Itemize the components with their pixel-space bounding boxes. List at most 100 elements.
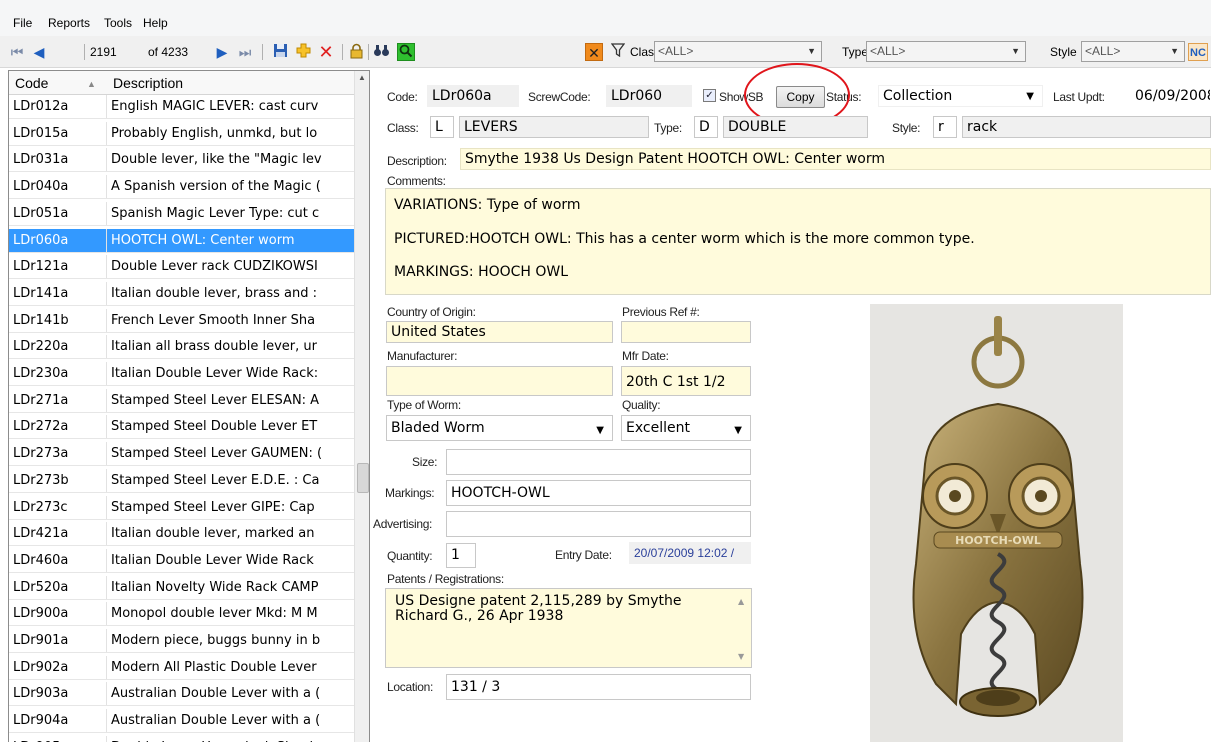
table-row[interactable]: LDr273a Stamped Steel Lever GAUMEN: ( xyxy=(9,442,354,467)
cell-description: Australian Double Lever with a ( xyxy=(111,713,321,729)
menu-reports[interactable]: Reports xyxy=(48,16,90,30)
mfr-date-field[interactable]: 20th C 1st 1/2 xyxy=(621,366,751,396)
table-row[interactable]: LDr040a A Spanish version of the Magic ( xyxy=(9,175,354,200)
last-update-field[interactable]: 06/09/2008 xyxy=(1130,85,1211,107)
toolbar: ⏮ ◀ 2191 of 4233 ▶ ⏭ ✕ ✕ Class <ALL> ▼ Ty… xyxy=(0,36,1211,68)
menu-file[interactable]: File xyxy=(13,16,32,30)
table-row[interactable]: LDr273b Stamped Steel Lever E.D.E. : Ca xyxy=(9,468,354,493)
table-row[interactable]: LDr905a Double Lever Unmarked. Simple xyxy=(9,735,354,742)
quantity-label: Quantity: xyxy=(387,549,433,563)
table-row[interactable]: LDr460a Italian Double Lever Wide Rack xyxy=(9,548,354,573)
table-row[interactable]: LDr031a Double lever, like the "Magic lev xyxy=(9,148,354,173)
type-filter-select[interactable]: <ALL> ▼ xyxy=(866,41,1026,62)
advertising-field[interactable] xyxy=(446,511,751,537)
table-row[interactable]: LDr121a Double Lever rack CUDZIKOWSI xyxy=(9,255,354,280)
scroll-up-icon[interactable]: ▲ xyxy=(358,73,366,82)
quality-select[interactable]: Excellent ▼ xyxy=(621,415,751,441)
clear-filter-icon[interactable]: ✕ xyxy=(585,43,603,61)
next-record-icon[interactable]: ▶ xyxy=(213,43,231,61)
menu-help[interactable]: Help xyxy=(143,16,168,30)
add-record-icon[interactable] xyxy=(294,43,312,61)
scroll-up-icon[interactable]: ▲ xyxy=(738,594,744,609)
status-select[interactable]: Collection ▼ xyxy=(878,85,1043,107)
table-row[interactable]: LDr141a Italian double lever, brass and : xyxy=(9,281,354,306)
cell-description: Italian double lever, brass and : xyxy=(111,285,318,301)
find-icon[interactable] xyxy=(372,43,390,61)
table-row[interactable]: LDr220a Italian all brass double lever, u… xyxy=(9,335,354,360)
menu-bar: File Reports Tools Help xyxy=(0,0,1211,36)
cell-description: Australian Double Lever with a ( xyxy=(111,686,321,702)
cell-code: LDr902a xyxy=(13,655,107,679)
table-row[interactable]: LDr902a Modern All Plastic Double Lever xyxy=(9,655,354,680)
class-filter-select[interactable]: <ALL> ▼ xyxy=(654,41,822,62)
save-icon[interactable] xyxy=(271,43,289,61)
worm-type-select[interactable]: Bladed Worm ▼ xyxy=(386,415,613,441)
table-row[interactable]: LDr141b French Lever Smooth Inner Sha xyxy=(9,308,354,333)
description-label: Description: xyxy=(387,154,447,168)
table-row[interactable]: LDr015a Probably English, unmkd, but lo xyxy=(9,121,354,146)
manufacturer-field[interactable] xyxy=(386,366,613,396)
table-row[interactable]: LDr904a Australian Double Lever with a ( xyxy=(9,709,354,734)
previous-ref-field[interactable] xyxy=(621,321,751,343)
cell-code: LDr012a xyxy=(13,95,107,118)
table-row[interactable]: LDr271a Stamped Steel Lever ELESAN: A xyxy=(9,388,354,413)
location-field[interactable]: 131 / 3 xyxy=(446,674,751,700)
cell-code: LDr015a xyxy=(13,121,107,145)
column-header-code[interactable]: Code xyxy=(15,75,48,91)
delete-record-icon[interactable]: ✕ xyxy=(317,43,335,61)
cell-code: LDr271a xyxy=(13,388,107,412)
filter-icon[interactable] xyxy=(609,43,627,61)
class-code-field[interactable]: L xyxy=(430,116,454,138)
table-row[interactable]: LDr051a Spanish Magic Lever Type: cut c xyxy=(9,201,354,226)
size-label: Size: xyxy=(412,455,438,469)
screwcode-label: ScrewCode: xyxy=(528,90,591,104)
country-field[interactable]: United States xyxy=(386,321,613,343)
table-row[interactable]: LDr900a Monopol double lever Mkd: M M xyxy=(9,602,354,627)
table-row[interactable]: LDr012a English MAGIC LEVER: cast curv xyxy=(9,95,354,119)
previous-record-icon[interactable]: ◀ xyxy=(30,43,48,61)
scroll-down-icon[interactable]: ▼ xyxy=(738,649,744,664)
style-code-field[interactable]: r xyxy=(933,116,957,138)
markings-field[interactable]: HOOTCH-OWL xyxy=(446,480,751,506)
record-number[interactable]: 2191 xyxy=(90,44,117,60)
first-record-icon[interactable]: ⏮ xyxy=(8,43,26,61)
scrollbar-thumb[interactable] xyxy=(357,463,369,493)
search-icon[interactable] xyxy=(397,43,415,61)
table-row[interactable]: LDr421a Italian double lever, marked an xyxy=(9,522,354,547)
nc-button[interactable]: NC xyxy=(1188,43,1208,61)
code-field[interactable]: LDr060a xyxy=(427,85,519,107)
status-value: Collection xyxy=(883,88,953,104)
grid-scrollbar[interactable]: ▲ xyxy=(354,71,369,742)
style-filter-select[interactable]: <ALL> ▼ xyxy=(1081,41,1185,62)
mfr-date-label: Mfr Date: xyxy=(622,349,669,363)
chevron-down-icon: ▼ xyxy=(596,425,604,436)
type-code-field[interactable]: D xyxy=(694,116,718,138)
entry-date-label: Entry Date: xyxy=(555,548,612,562)
quantity-field[interactable]: 1 xyxy=(446,543,476,568)
table-row[interactable]: LDr520a Italian Novelty Wide Rack CAMP xyxy=(9,575,354,600)
table-row[interactable]: LDr273c Stamped Steel Lever GIPE: Cap xyxy=(9,495,354,520)
cell-code: LDr220a xyxy=(13,335,107,359)
patents-field[interactable]: US Designe patent 2,115,289 by Smythe Ri… xyxy=(385,588,752,668)
table-row[interactable]: LDr272a Stamped Steel Double Lever ET xyxy=(9,415,354,440)
cell-description: French Lever Smooth Inner Sha xyxy=(111,312,316,328)
lock-icon[interactable] xyxy=(347,43,365,61)
screwcode-field[interactable]: LDr060 xyxy=(606,85,692,107)
last-record-icon[interactable]: ⏭ xyxy=(236,43,254,61)
table-row[interactable]: LDr901a Modern piece, buggs bunny in b xyxy=(9,629,354,653)
table-row[interactable]: LDr230a Italian Double Lever Wide Rack: xyxy=(9,362,354,386)
menu-tools[interactable]: Tools xyxy=(104,16,132,30)
worm-type-label: Type of Worm: xyxy=(387,398,461,412)
chevron-down-icon: ▼ xyxy=(1026,91,1034,102)
table-row-selected[interactable]: LDr060a HOOTCH OWL: Center worm xyxy=(9,228,354,253)
comments-field[interactable]: VARIATIONS: Type of worm PICTURED:HOOTCH… xyxy=(385,188,1211,295)
cell-code: LDr520a xyxy=(13,575,107,599)
class-filter-value: <ALL> xyxy=(658,44,694,58)
description-field[interactable]: Smythe 1938 Us Design Patent HOOTCH OWL:… xyxy=(460,148,1211,170)
cell-code: LDr051a xyxy=(13,201,107,225)
size-field[interactable] xyxy=(446,449,751,475)
showsb-checkbox[interactable]: ✓ xyxy=(703,89,716,102)
patents-scrollbar[interactable]: ▲ ▼ xyxy=(735,592,749,664)
column-header-description[interactable]: Description xyxy=(113,75,183,91)
table-row[interactable]: LDr903a Australian Double Lever with a ( xyxy=(9,682,354,707)
